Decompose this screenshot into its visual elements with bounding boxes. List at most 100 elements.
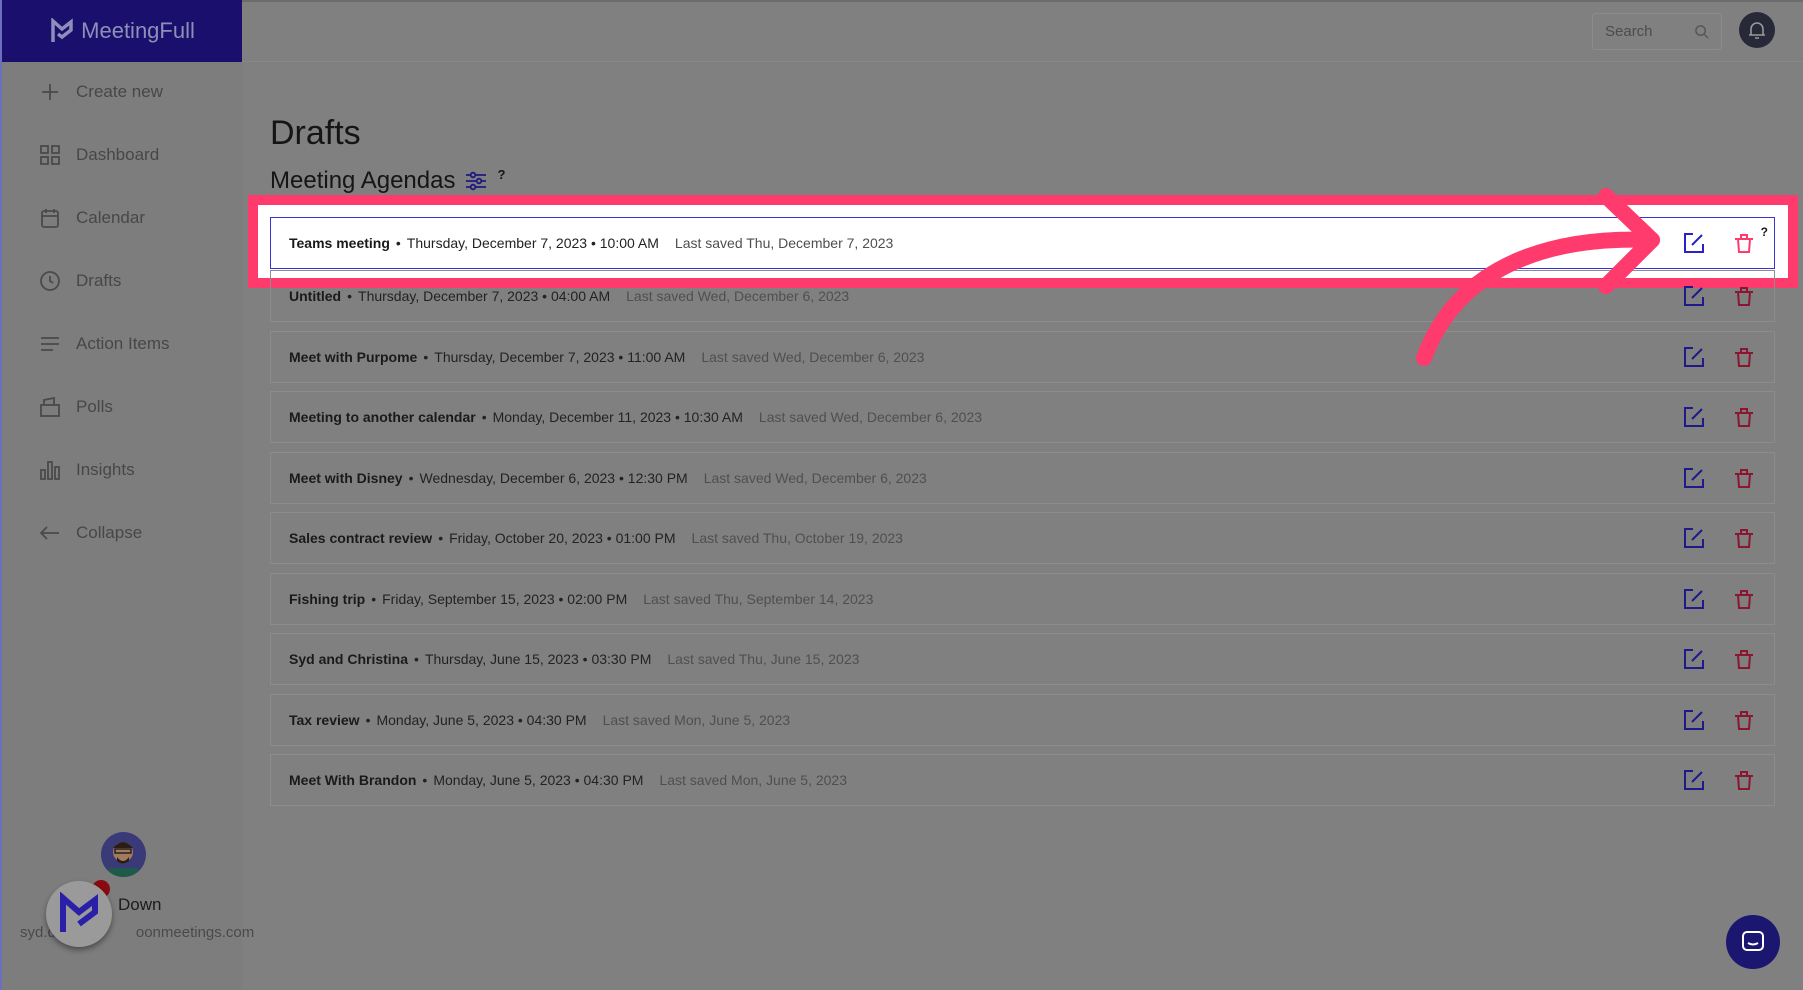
draft-name: Syd and Christina bbox=[289, 651, 409, 667]
trash-icon[interactable] bbox=[1732, 345, 1756, 369]
trash-icon[interactable] bbox=[1732, 768, 1756, 792]
sidebar-item-collapse[interactable]: Collapse bbox=[38, 521, 142, 545]
edit-icon[interactable] bbox=[1682, 345, 1706, 369]
draft-row[interactable]: Meeting to another calendar • Monday, Dece… bbox=[270, 391, 1775, 443]
edit-icon[interactable] bbox=[1682, 231, 1706, 255]
trash-icon[interactable] bbox=[1732, 587, 1756, 611]
grid-icon bbox=[40, 145, 60, 165]
brand-logo[interactable]: MeetingFull bbox=[2, 0, 242, 62]
edit-icon[interactable] bbox=[1682, 647, 1706, 671]
draft-name: Tax review bbox=[289, 711, 360, 728]
sidebar-item-label: Calendar bbox=[76, 208, 145, 227]
notifications-button[interactable] bbox=[1739, 12, 1775, 48]
separator: • bbox=[347, 288, 353, 304]
draft-name: Teams meeting bbox=[289, 235, 390, 251]
help-icon[interactable]: ? bbox=[497, 167, 505, 182]
edit-icon[interactable] bbox=[1682, 405, 1706, 429]
separator: • bbox=[422, 772, 428, 788]
bell-icon bbox=[1749, 22, 1765, 39]
last-saved: Last saved Thu, October 19, 2023 bbox=[691, 530, 903, 546]
sidebar: MeetingFull Create new Dashboard Calendar D… bbox=[0, 0, 254, 990]
section-title: Meeting Agendas ? bbox=[270, 167, 505, 195]
sidebar-item-label: Create new bbox=[76, 82, 163, 101]
draft-datetime: Wednesday, December 6, 2023 • 12:30 PM bbox=[419, 469, 688, 486]
sidebar-item-drafts[interactable]: Drafts bbox=[38, 269, 121, 293]
sidebar-item-action-items[interactable]: Action Items bbox=[38, 332, 170, 356]
last-saved: Last saved Mon, June 5, 2023 bbox=[659, 772, 848, 788]
draft-datetime: Monday, June 5, 2023 • 04:30 PM bbox=[433, 772, 644, 788]
draft-row[interactable]: Tax review • Monday, June 5, 2023 • 04:30 … bbox=[270, 693, 1775, 746]
sidebar-item-calendar[interactable]: Calendar bbox=[38, 206, 145, 230]
meetingfull-logo-icon bbox=[51, 18, 73, 42]
draft-row[interactable]: Meet with Disney • Wednesday, December 6, … bbox=[270, 451, 1775, 504]
draft-row[interactable]: Meet With Brandon • Monday, June 5, 2023 •… bbox=[270, 754, 1775, 806]
sidebar-item-label: Drafts bbox=[76, 271, 122, 290]
draft-datetime: Thursday, December 7, 2023 • 10:00 AM bbox=[406, 235, 659, 251]
chat-launcher-button[interactable] bbox=[1726, 915, 1780, 969]
meetingfull-widget-button[interactable] bbox=[46, 881, 112, 947]
last-saved: Last saved Mon, June 5, 2023 bbox=[602, 711, 791, 728]
draft-datetime: Thursday, June 15, 2023 • 03:30 PM bbox=[424, 651, 652, 667]
draft-datetime: Friday, October 20, 2023 • 01:00 PM bbox=[449, 530, 676, 546]
draft-name: Untitled bbox=[289, 288, 342, 304]
draft-name: Fishing trip bbox=[289, 590, 366, 607]
separator: • bbox=[414, 651, 419, 667]
trash-icon[interactable] bbox=[1732, 466, 1756, 490]
trash-icon[interactable] bbox=[1732, 405, 1756, 429]
sidebar-item-label: Insights bbox=[76, 460, 135, 479]
separator: • bbox=[371, 590, 377, 607]
page-title: Drafts bbox=[270, 114, 361, 152]
edit-icon[interactable] bbox=[1682, 284, 1706, 308]
sidebar-item-label: Collapse bbox=[76, 523, 143, 542]
avatar[interactable] bbox=[101, 832, 146, 877]
last-saved: Last saved Thu, December 7, 2023 bbox=[674, 235, 894, 251]
filter-settings-icon[interactable] bbox=[465, 170, 487, 192]
edit-icon[interactable] bbox=[1682, 587, 1706, 611]
draft-name: Meet With Brandon bbox=[289, 772, 417, 788]
draft-row[interactable]: Syd and Christina • Thursday, June 15, 202… bbox=[270, 633, 1775, 685]
edit-icon[interactable] bbox=[1682, 768, 1706, 792]
chat-icon bbox=[1742, 931, 1764, 951]
draft-row[interactable]: Teams meeting • Thursday, December 7, 2023… bbox=[270, 217, 1775, 269]
separator: • bbox=[365, 711, 371, 728]
separator: • bbox=[408, 469, 414, 486]
draft-row[interactable]: Meet with Purpome • Thursday, December 7, … bbox=[270, 330, 1775, 383]
separator: • bbox=[438, 530, 444, 546]
edit-icon[interactable] bbox=[1682, 466, 1706, 490]
last-saved: Last saved Wed, December 6, 2023 bbox=[703, 469, 927, 486]
ballot-icon bbox=[40, 396, 60, 417]
trash-icon[interactable] bbox=[1732, 231, 1756, 255]
search-placeholder: Search bbox=[1605, 23, 1653, 40]
draft-name: Sales contract review bbox=[289, 530, 433, 546]
search-icon bbox=[1695, 25, 1709, 39]
draft-row[interactable]: Untitled • Thursday, December 7, 2023 • 04… bbox=[270, 270, 1775, 322]
trash-icon[interactable] bbox=[1732, 284, 1756, 308]
sidebar-item-label: Polls bbox=[76, 397, 113, 416]
trash-icon[interactable] bbox=[1732, 526, 1756, 550]
list-icon bbox=[41, 337, 59, 351]
help-icon[interactable]: ? bbox=[1761, 225, 1768, 239]
calendar-icon bbox=[41, 209, 59, 228]
separator: • bbox=[395, 235, 401, 251]
sidebar-item-polls[interactable]: Polls bbox=[38, 395, 113, 419]
top-header bbox=[242, 0, 1803, 62]
draft-datetime: Friday, September 15, 2023 • 02:00 PM bbox=[382, 590, 628, 607]
last-saved: Last saved Wed, December 6, 2023 bbox=[701, 348, 925, 365]
draft-datetime: Monday, December 11, 2023 • 10:30 AM bbox=[492, 409, 743, 425]
draft-name: Meet with Disney bbox=[289, 469, 403, 486]
draft-row[interactable]: Fishing trip • Friday, September 15, 2023 … bbox=[270, 572, 1775, 625]
bar-chart-icon bbox=[40, 461, 60, 480]
last-saved: Last saved Wed, December 6, 2023 bbox=[758, 409, 983, 425]
search-input[interactable]: Search bbox=[1592, 13, 1722, 50]
sidebar-item-dashboard[interactable]: Dashboard bbox=[38, 143, 159, 167]
trash-icon[interactable] bbox=[1732, 708, 1756, 732]
draft-row[interactable]: Sales contract review • Friday, October 20… bbox=[270, 512, 1775, 564]
draft-datetime: Thursday, December 7, 2023 • 11:00 AM bbox=[434, 348, 686, 365]
clock-icon bbox=[40, 271, 60, 291]
trash-icon[interactable] bbox=[1732, 647, 1756, 671]
edit-icon[interactable] bbox=[1682, 708, 1706, 732]
sidebar-item-insights[interactable]: Insights bbox=[38, 458, 135, 482]
sidebar-item-create-new[interactable]: Create new bbox=[38, 80, 163, 104]
last-saved: Last saved Thu, September 14, 2023 bbox=[643, 590, 874, 607]
edit-icon[interactable] bbox=[1682, 526, 1706, 550]
